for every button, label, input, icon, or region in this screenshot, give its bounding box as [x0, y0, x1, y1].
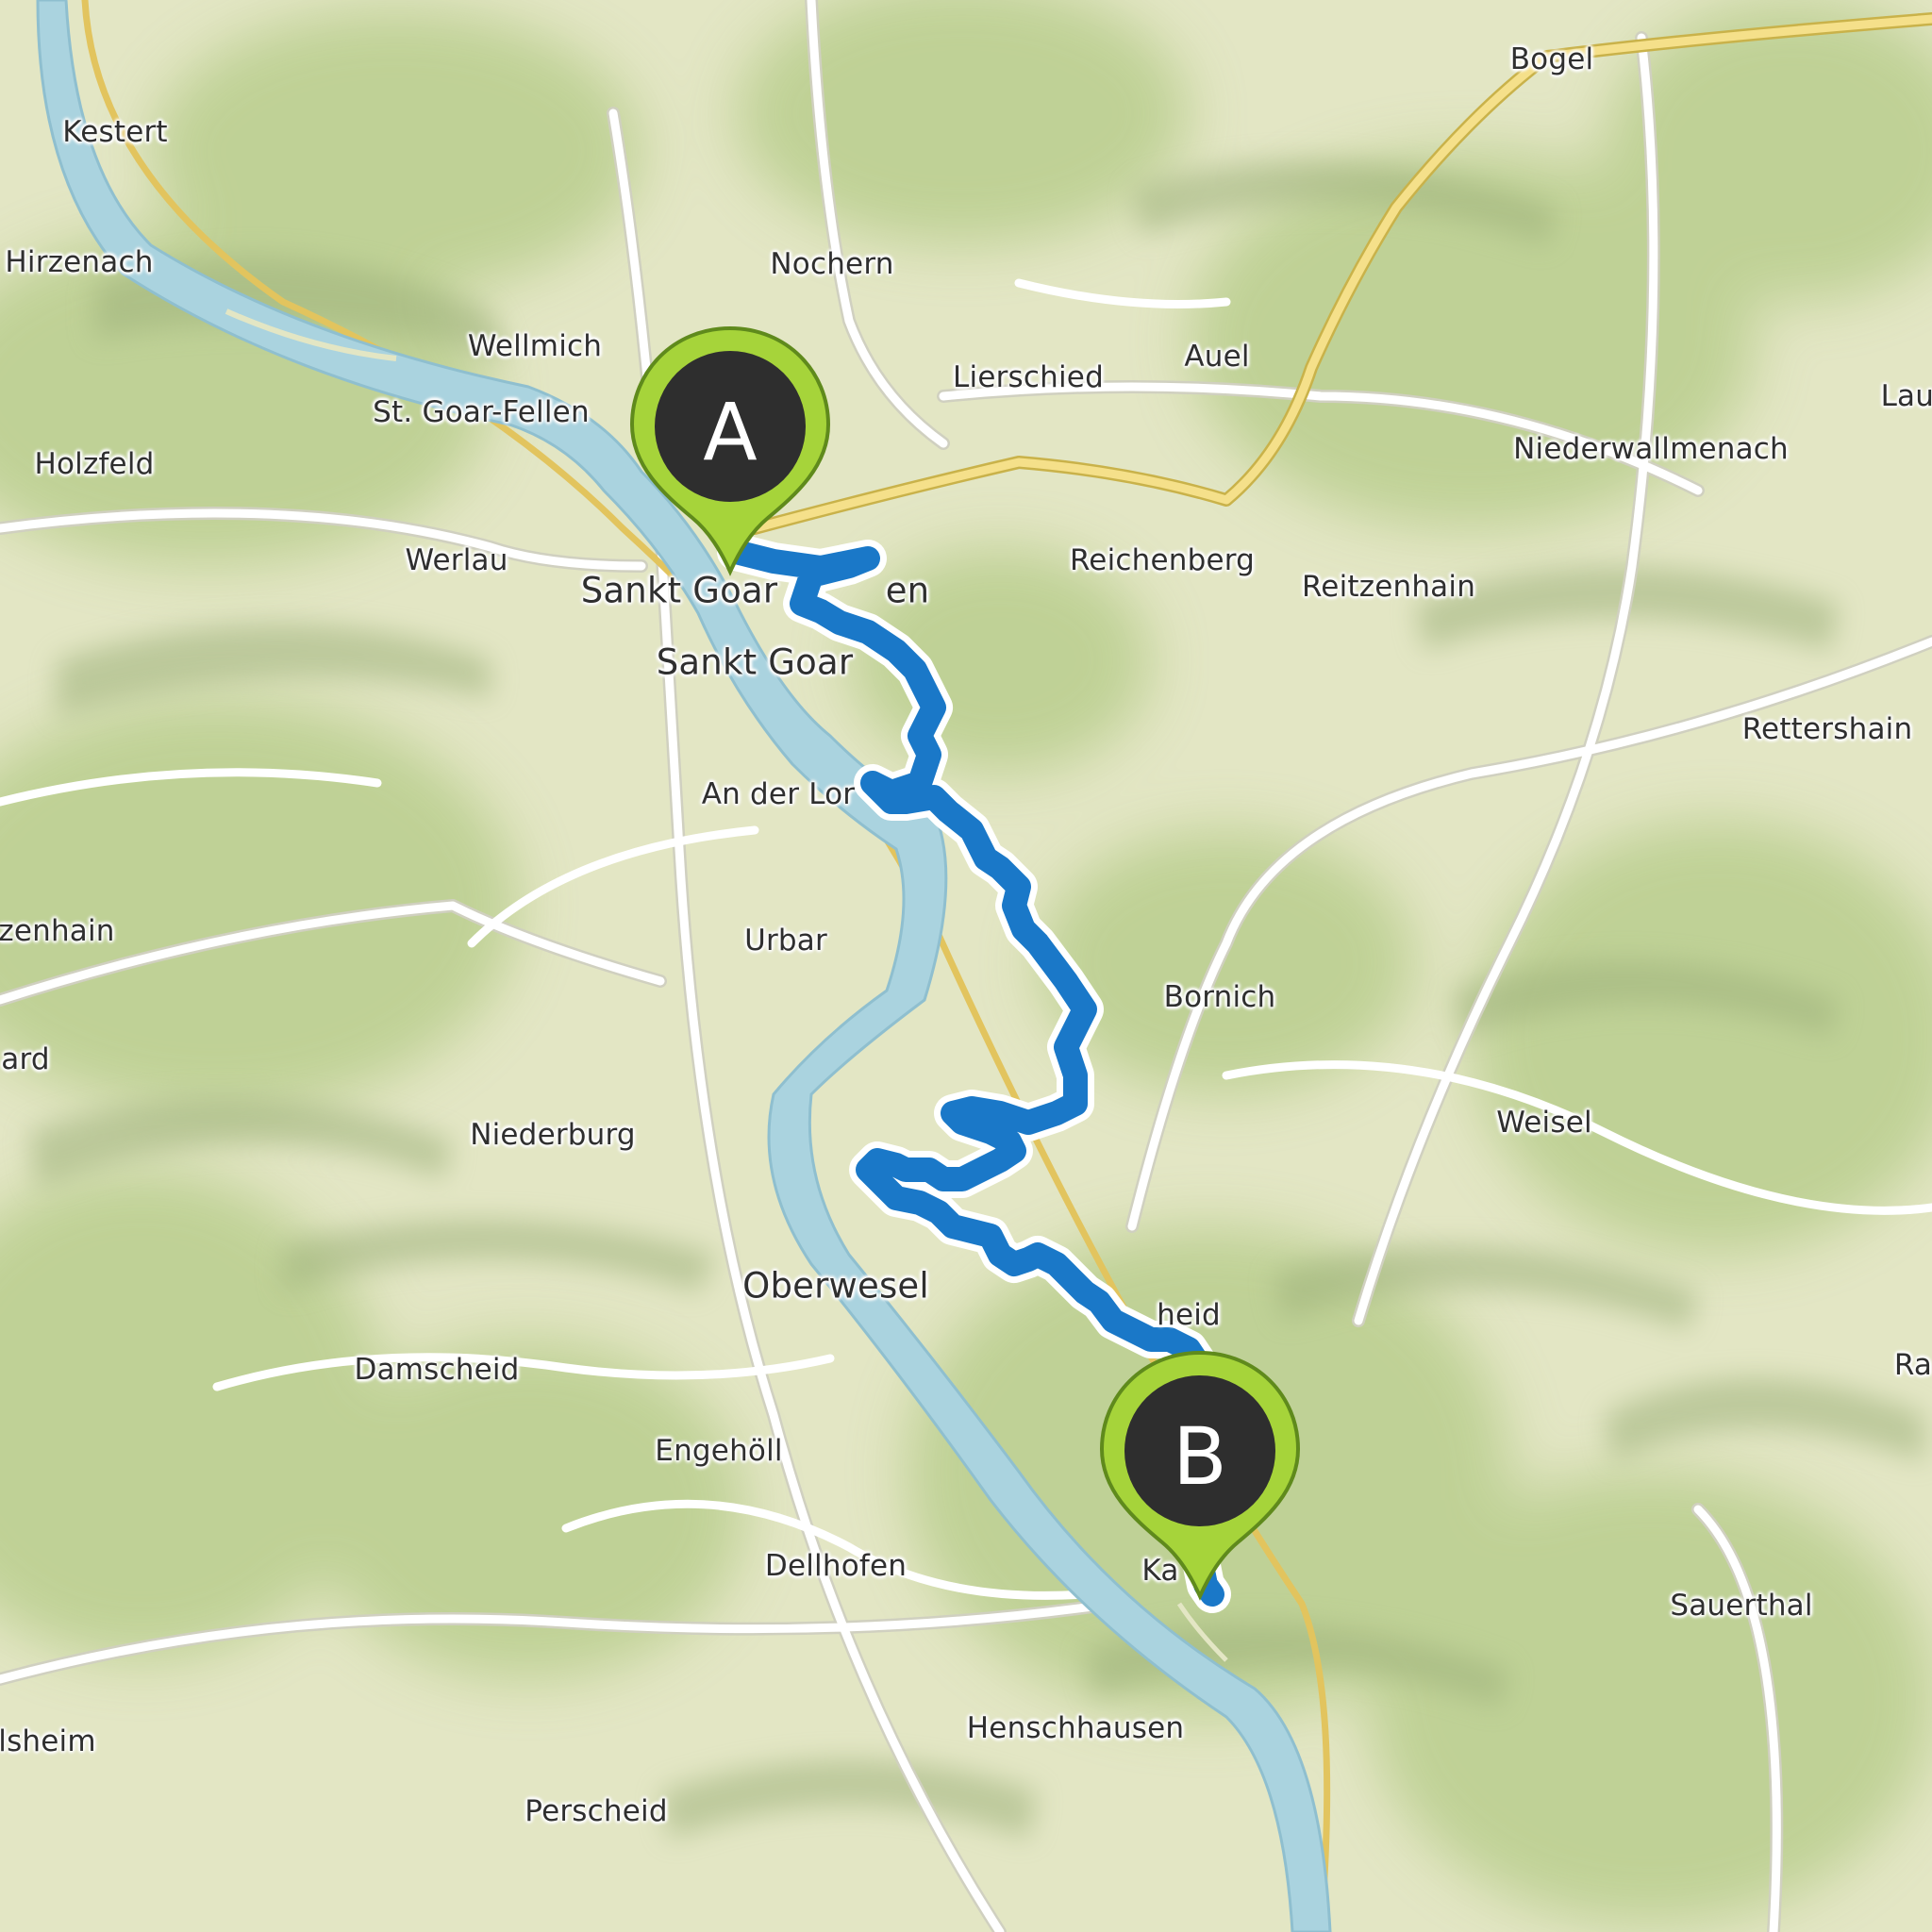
- place-label-auel: Auel: [1184, 340, 1250, 374]
- place-label-kestert: Kestert: [62, 115, 168, 149]
- place-label-sankt-goarshausen-suffix: en: [885, 570, 930, 611]
- place-label-hirzenach: Hirzenach: [5, 245, 154, 279]
- start-marker-a[interactable]: A: [626, 325, 834, 589]
- place-label-weisel: Weisel: [1496, 1106, 1592, 1140]
- place-label-urbar: Urbar: [744, 924, 827, 958]
- map-base: [0, 0, 1932, 1932]
- marker-label-a: A: [703, 386, 758, 478]
- place-label-damscheid: Damscheid: [354, 1353, 520, 1387]
- place-label-reichenberg: Reichenberg: [1069, 543, 1256, 577]
- place-label-niederburg: Niederburg: [470, 1118, 636, 1152]
- place-label-bogel: Bogel: [1509, 42, 1594, 76]
- place-label-niederwallmenach: Niederwallmenach: [1513, 432, 1789, 466]
- place-label-rettershain: Rettershain: [1741, 712, 1913, 746]
- map-view[interactable]: Kestert Hirzenach Nochern Bogel Wellmich…: [0, 0, 1932, 1932]
- place-label-oberwesel: Oberwesel: [742, 1265, 929, 1307]
- place-label-an-der-loreley: An der Lor: [701, 777, 856, 811]
- place-label-laut: Laut: [1880, 379, 1932, 413]
- place-label-perscheid: Perscheid: [525, 1794, 668, 1828]
- place-label-engehoell: Engehöll: [655, 1434, 783, 1468]
- place-label-wellmich: Wellmich: [467, 329, 603, 363]
- marker-label-b: B: [1173, 1410, 1227, 1503]
- place-label-st-goar-fellen: St. Goar-Fellen: [373, 395, 590, 429]
- place-label-werlau: Werlau: [405, 543, 508, 577]
- place-label-nochern: Nochern: [770, 247, 894, 281]
- place-label-zenhain: zenhain: [0, 914, 115, 948]
- end-marker-b[interactable]: B: [1096, 1349, 1304, 1613]
- place-label-ra: Ra: [1893, 1348, 1932, 1382]
- place-label-heid: heid: [1157, 1298, 1221, 1332]
- place-label-henschhausen: Henschhausen: [966, 1711, 1185, 1745]
- place-label-bornich: Bornich: [1163, 980, 1276, 1014]
- place-label-sauerthal: Sauerthal: [1670, 1589, 1813, 1623]
- place-label-holzfeld: Holzfeld: [34, 447, 155, 481]
- place-label-dellhofen: Dellhofen: [764, 1549, 908, 1583]
- place-label-reitzenhain: Reitzenhain: [1301, 570, 1476, 604]
- place-label-lsheim: lsheim: [0, 1724, 96, 1758]
- place-label-lierschied: Lierschied: [953, 360, 1104, 394]
- place-label-sankt-goar: Sankt Goar: [656, 641, 854, 683]
- place-label-ard: ard: [1, 1042, 50, 1076]
